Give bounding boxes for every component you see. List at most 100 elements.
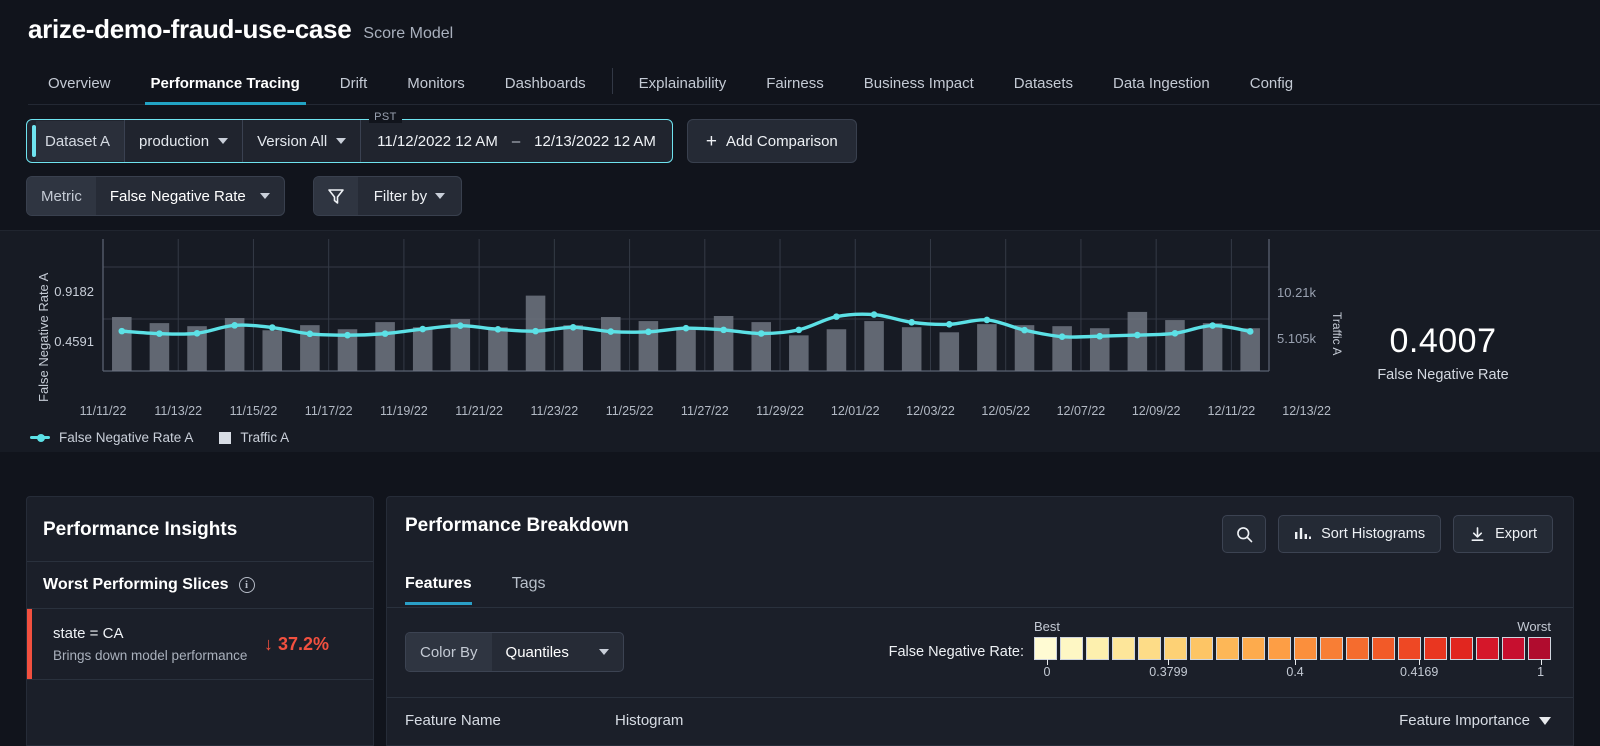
- breakdown-actions: Sort Histograms Export: [1222, 515, 1553, 553]
- tab-explainability[interactable]: Explainability: [619, 65, 747, 104]
- tab-dashboards[interactable]: Dashboards: [485, 65, 606, 104]
- performance-insights-title: Performance Insights: [27, 497, 373, 562]
- date-range-picker[interactable]: PST 11/12/2022 12 AM – 12/13/2022 12 AM: [360, 111, 672, 162]
- breakdown-tab-bar: Features Tags: [405, 567, 1573, 605]
- export-button[interactable]: Export: [1453, 515, 1553, 553]
- export-label: Export: [1495, 526, 1537, 542]
- color-scale-tick-label: 1: [1537, 665, 1545, 679]
- slice-name: state = CA: [53, 625, 124, 642]
- color-by-dropdown[interactable]: Quantiles: [492, 633, 623, 671]
- filter-by-label: Filter by: [373, 187, 428, 205]
- tab-drift[interactable]: Drift: [320, 65, 388, 104]
- legend-label-fnr: False Negative Rate A: [59, 430, 194, 445]
- x-tick-label: 12/05/22: [981, 404, 1031, 418]
- feature-importance-label: Feature Importance: [1399, 712, 1530, 729]
- list-item[interactable]: state = CA Brings down model performance…: [27, 609, 373, 680]
- color-scale-swatch: [1190, 637, 1213, 660]
- tab-data-ingestion[interactable]: Data Ingestion: [1093, 65, 1230, 104]
- bar-swatch-icon: [219, 431, 232, 444]
- y2-tick-0: 5.105k: [1277, 331, 1317, 346]
- column-header-histogram[interactable]: Histogram: [615, 712, 1035, 729]
- bar-chart-icon: [1295, 528, 1312, 539]
- download-icon: [1471, 526, 1484, 541]
- tab-features[interactable]: Features: [405, 567, 490, 605]
- color-scale-swatches: [1034, 637, 1551, 660]
- chevron-down-icon: [218, 138, 229, 144]
- tab-monitors[interactable]: Monitors: [387, 65, 485, 104]
- color-by-label: Color By: [406, 633, 492, 671]
- column-header-feature-name[interactable]: Feature Name: [405, 712, 615, 729]
- metric-dropdown[interactable]: False Negative Rate: [96, 177, 284, 215]
- metric-value: False Negative Rate: [109, 187, 246, 205]
- filter-by-dropdown[interactable]: Filter by: [358, 177, 461, 215]
- x-tick-label: 11/23/22: [530, 404, 579, 418]
- add-comparison-button[interactable]: + Add Comparison: [686, 119, 857, 163]
- color-scale-tick-label: 0.3799: [1149, 665, 1188, 679]
- version-dropdown[interactable]: Version All: [242, 120, 360, 162]
- search-icon: [1236, 526, 1252, 542]
- filter-by-control[interactable]: Filter by: [312, 176, 463, 216]
- plus-icon: +: [705, 130, 718, 152]
- color-scale-swatch: [1424, 637, 1447, 660]
- metric-filter-row: Metric False Negative Rate Filter by: [26, 176, 1600, 216]
- chart-legend: False Negative Rate A Traffic A: [30, 430, 289, 445]
- sort-histograms-button[interactable]: Sort Histograms: [1278, 515, 1442, 553]
- chevron-down-icon: [259, 193, 270, 199]
- y-axis-title: False Negative Rate A: [36, 272, 51, 402]
- color-scale-swatch: [1164, 637, 1187, 660]
- metric-filter-bar: Metric False Negative Rate Filter by: [0, 163, 1600, 216]
- color-by-control[interactable]: Color By Quantiles: [405, 632, 624, 672]
- tab-tags[interactable]: Tags: [512, 567, 564, 605]
- dataset-filter-row: Dataset A production Version All PST 11/…: [26, 111, 1600, 163]
- x-tick-label: 11/25/22: [605, 404, 654, 418]
- metric-label: Metric: [27, 177, 96, 215]
- tab-overview[interactable]: Overview: [28, 65, 131, 104]
- tab-config[interactable]: Config: [1230, 65, 1313, 104]
- color-scale-swatch: [1294, 637, 1317, 660]
- slice-text: state = CA Brings down model performance: [53, 625, 264, 663]
- app-root: arize-demo-fraud-use-case Score Model Ov…: [0, 0, 1600, 746]
- filter-icon: [313, 177, 358, 215]
- breakdown-table-header: Feature Name Histogram Feature Importanc…: [387, 697, 1573, 729]
- search-button[interactable]: [1222, 515, 1267, 553]
- info-icon[interactable]: i: [238, 577, 255, 593]
- slice-description: Brings down model performance: [53, 648, 248, 663]
- line-swatch-icon: [30, 433, 50, 442]
- page-header: arize-demo-fraud-use-case Score Model Ov…: [0, 0, 1600, 105]
- current-metric-value: 0.4007 False Negative Rate: [1328, 322, 1558, 383]
- environment-dropdown[interactable]: production: [124, 120, 242, 162]
- tab-fairness[interactable]: Fairness: [746, 65, 844, 104]
- x-tick-label: 11/19/22: [380, 404, 428, 418]
- date-range-end: 12/13/2022 12 AM: [534, 132, 656, 150]
- color-scale-best-label: Best: [1034, 619, 1061, 634]
- tab-separator: [611, 68, 613, 94]
- dataset-selector-group: Dataset A production Version All PST 11/…: [26, 111, 673, 163]
- legend-item-traffic[interactable]: Traffic A: [219, 430, 289, 445]
- performance-breakdown-title: Performance Breakdown: [405, 515, 629, 536]
- x-tick-label: 12/07/22: [1056, 404, 1106, 418]
- color-scale-swatch: [1086, 637, 1109, 660]
- color-scale-tick-labels: 0 0.3799 0.4 0.4169 1: [1034, 659, 1551, 685]
- color-scale-swatch: [1528, 637, 1551, 660]
- tab-business-impact[interactable]: Business Impact: [844, 65, 994, 104]
- color-scale-swatch: [1450, 637, 1473, 660]
- x-tick-label: 12/11/22: [1207, 404, 1256, 418]
- tab-datasets[interactable]: Datasets: [994, 65, 1093, 104]
- color-scale-tick-label: 0: [1043, 665, 1051, 679]
- sort-histograms-label: Sort Histograms: [1321, 526, 1426, 542]
- legend-item-fnr[interactable]: False Negative Rate A: [30, 430, 193, 445]
- column-header-feature-importance[interactable]: Feature Importance: [1399, 712, 1551, 729]
- metric-selector[interactable]: Metric False Negative Rate: [26, 176, 285, 216]
- breakdown-header: Performance Breakdown Sort Histograms Ex…: [387, 497, 1573, 553]
- chevron-down-icon: [336, 138, 347, 144]
- slice-delta-badge: ↓ 37.2%: [263, 633, 329, 654]
- environment-value: production: [139, 132, 210, 150]
- color-scale-swatch: [1216, 637, 1239, 660]
- sort-descending-icon: [1539, 716, 1551, 725]
- main-tab-bar: Overview Performance Tracing Drift Monit…: [28, 65, 1600, 105]
- x-tick-label: 12/09/22: [1131, 404, 1181, 418]
- model-type-label: Score Model: [363, 25, 454, 42]
- x-tick-label: 12/01/22: [830, 404, 880, 418]
- color-scale-legend: False Negative Rate: Best Worst 0 0.3799 0…: [889, 619, 1551, 685]
- tab-performance-tracing[interactable]: Performance Tracing: [131, 65, 320, 105]
